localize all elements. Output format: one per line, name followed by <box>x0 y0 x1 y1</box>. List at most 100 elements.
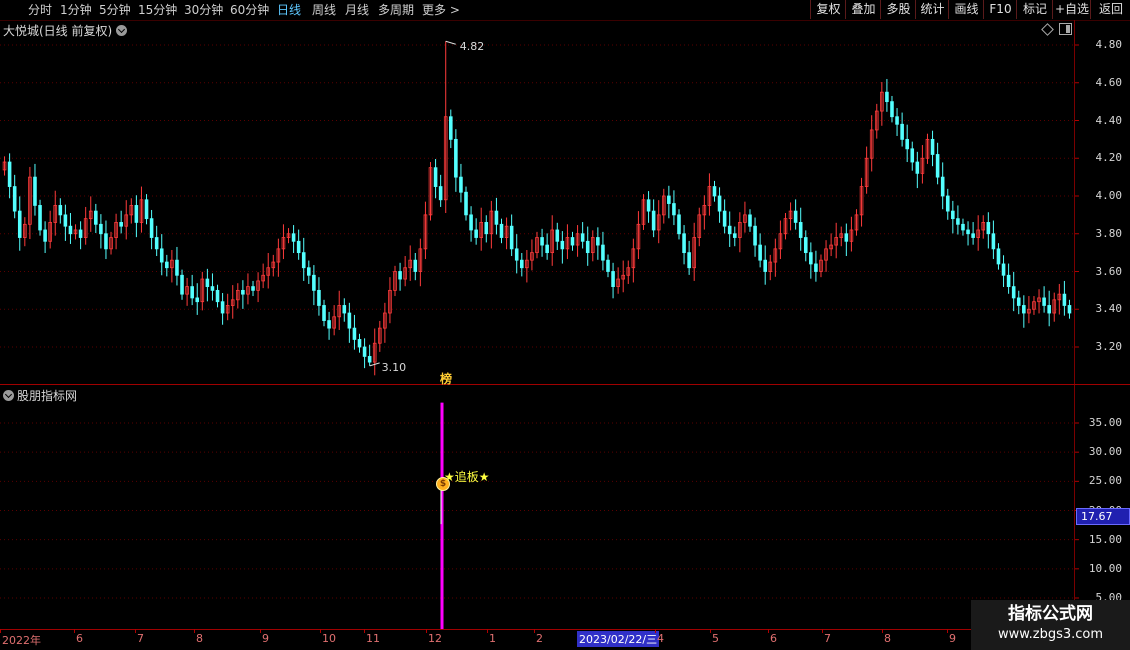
candle-body <box>154 237 159 250</box>
candle-body <box>251 286 255 291</box>
candle-body <box>357 339 362 348</box>
candle-body <box>961 223 965 231</box>
candle-body <box>1062 293 1067 306</box>
candle-body <box>935 154 940 178</box>
candle-body <box>362 346 367 357</box>
price-tick-label: 4.60 <box>1095 75 1123 89</box>
high-price-label: 4.82 <box>460 40 485 53</box>
candle-body <box>175 259 179 276</box>
current-value-box: 17.67 <box>1076 508 1130 525</box>
candle-body <box>646 199 651 212</box>
candle-body <box>312 274 316 291</box>
time-tick <box>947 629 948 633</box>
candle-body <box>149 218 154 238</box>
candle-body <box>291 233 296 242</box>
time-axis-label: 10 <box>322 632 336 645</box>
time-tick <box>534 629 535 633</box>
candle-body <box>809 252 813 265</box>
candle-body <box>519 259 524 269</box>
candle-body <box>763 259 767 272</box>
price-axis-line <box>1074 20 1075 630</box>
price-tick-label: 4.80 <box>1095 38 1123 51</box>
candle-body <box>63 214 68 227</box>
candle-body <box>910 148 915 163</box>
candle-body <box>398 271 402 280</box>
time-axis-label: 4 <box>657 632 664 645</box>
time-tick <box>655 629 656 633</box>
candle-body <box>438 186 443 201</box>
candle-body <box>717 195 722 212</box>
watermark-title: 指标公式网 <box>1008 604 1093 624</box>
time-tick <box>822 629 823 633</box>
candle-body <box>991 233 996 250</box>
time-axis-label: 9 <box>262 632 269 645</box>
price-tick-label: 4.20 <box>1095 151 1123 165</box>
time-axis-label: 12 <box>428 632 442 645</box>
price-tick-label: 3.60 <box>1095 264 1123 278</box>
time-tick <box>0 629 1 633</box>
candle-body <box>712 186 717 197</box>
panel-divider <box>0 384 1130 385</box>
indicator-tick-label: 15.00 <box>1088 532 1122 546</box>
candle-body <box>580 233 585 242</box>
candle-body <box>753 225 757 246</box>
candle-body <box>464 191 468 216</box>
candle-body <box>844 233 849 242</box>
candle-body <box>1042 297 1046 306</box>
candle-body <box>915 161 920 174</box>
time-axis-label: 7 <box>137 632 144 645</box>
time-tick <box>135 629 136 633</box>
time-axis-label: 1 <box>489 632 496 645</box>
candle-body <box>1067 305 1072 314</box>
candle-body <box>945 195 950 212</box>
candle-body <box>104 233 108 250</box>
candle-body <box>1022 305 1026 314</box>
time-tick <box>710 629 711 633</box>
candle-body <box>134 205 139 223</box>
candle-body <box>509 225 514 250</box>
low-price-label: 3.10 <box>382 361 407 374</box>
kline-chart[interactable]: 4.82 3.10 <box>0 0 1130 650</box>
candle-body <box>68 225 73 235</box>
candle-body <box>474 229 478 238</box>
time-axis-label: 9 <box>949 632 956 645</box>
time-tick <box>426 629 427 633</box>
candle-body <box>1011 286 1016 299</box>
candle-body <box>895 116 899 125</box>
candle-body <box>215 289 220 303</box>
candle-body <box>971 233 975 238</box>
time-tick <box>260 629 261 633</box>
rank-badge[interactable]: 榜 <box>440 370 452 387</box>
candle-body <box>195 297 200 303</box>
candle-body <box>165 261 169 269</box>
candle-body <box>38 205 42 231</box>
candle-body <box>732 233 737 238</box>
candle-body <box>758 244 762 261</box>
candle-body <box>307 267 311 276</box>
candle-body <box>454 138 458 178</box>
candle-body <box>956 218 960 225</box>
high-pointer <box>445 40 456 45</box>
candle-body <box>986 222 991 235</box>
time-axis-label: 7 <box>824 632 831 645</box>
indicator-tick-label: 10.00 <box>1088 561 1122 575</box>
candle-body <box>317 289 321 306</box>
candle-body <box>803 237 808 254</box>
candle-body <box>33 176 37 206</box>
price-tick-label: 4.00 <box>1095 189 1123 202</box>
time-tick <box>194 629 195 633</box>
candle-body <box>7 161 12 187</box>
price-tick-label: 3.40 <box>1095 302 1123 316</box>
time-tick <box>882 629 883 633</box>
candle-body <box>494 210 499 225</box>
candle-body <box>667 195 671 204</box>
candle-body <box>996 248 1001 265</box>
candle-body <box>545 244 549 254</box>
candle-body <box>17 210 22 238</box>
candle-body <box>570 237 575 246</box>
price-tick-label: 4.40 <box>1095 113 1123 127</box>
time-tick <box>364 629 365 633</box>
time-tick <box>487 629 488 633</box>
candle-body <box>651 210 656 231</box>
time-axis-label: 8 <box>196 632 203 645</box>
